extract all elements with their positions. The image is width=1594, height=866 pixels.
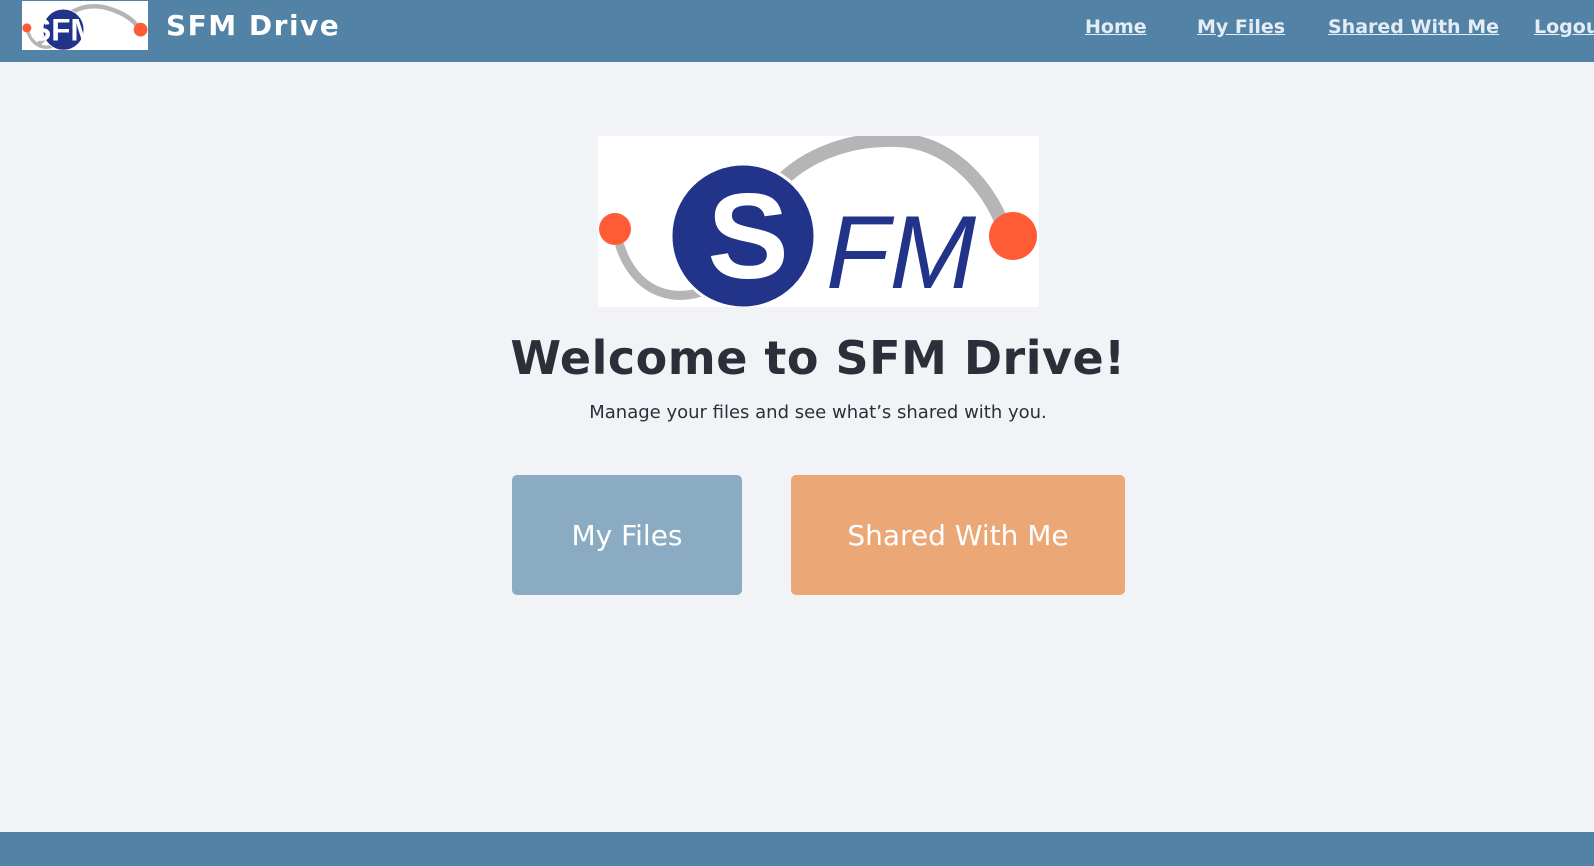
nav-link-home[interactable]: Home bbox=[1085, 14, 1147, 40]
welcome-heading: Welcome to SFM Drive! bbox=[510, 331, 1126, 385]
nav-link-my-files[interactable]: My Files bbox=[1197, 14, 1285, 40]
footer-bar bbox=[0, 832, 1594, 866]
welcome-subtitle: Manage your files and see what’s shared … bbox=[589, 402, 1047, 423]
svg-text:FM: FM bbox=[826, 195, 976, 307]
sfm-logo-small-icon: SFM bbox=[22, 4, 148, 50]
brand-logo[interactable]: SFM bbox=[22, 1, 148, 50]
top-navbar: SFM SFM Drive Home My Files Shared With … bbox=[0, 0, 1594, 62]
nav-link-logout[interactable]: Logout bbox=[1534, 14, 1594, 40]
sfm-logo-icon: S FM bbox=[599, 136, 1037, 307]
my-files-button-label: My Files bbox=[571, 518, 683, 552]
hero-logo: S FM bbox=[598, 136, 1039, 307]
shared-with-me-button[interactable]: Shared With Me bbox=[791, 475, 1125, 595]
brand-name: SFM Drive bbox=[166, 9, 341, 42]
nav-link-shared-with-me[interactable]: Shared With Me bbox=[1328, 14, 1499, 40]
svg-text:S: S bbox=[707, 168, 788, 304]
my-files-button[interactable]: My Files bbox=[512, 475, 742, 595]
svg-text:SFM: SFM bbox=[30, 13, 96, 48]
shared-with-me-button-label: Shared With Me bbox=[847, 518, 1069, 552]
